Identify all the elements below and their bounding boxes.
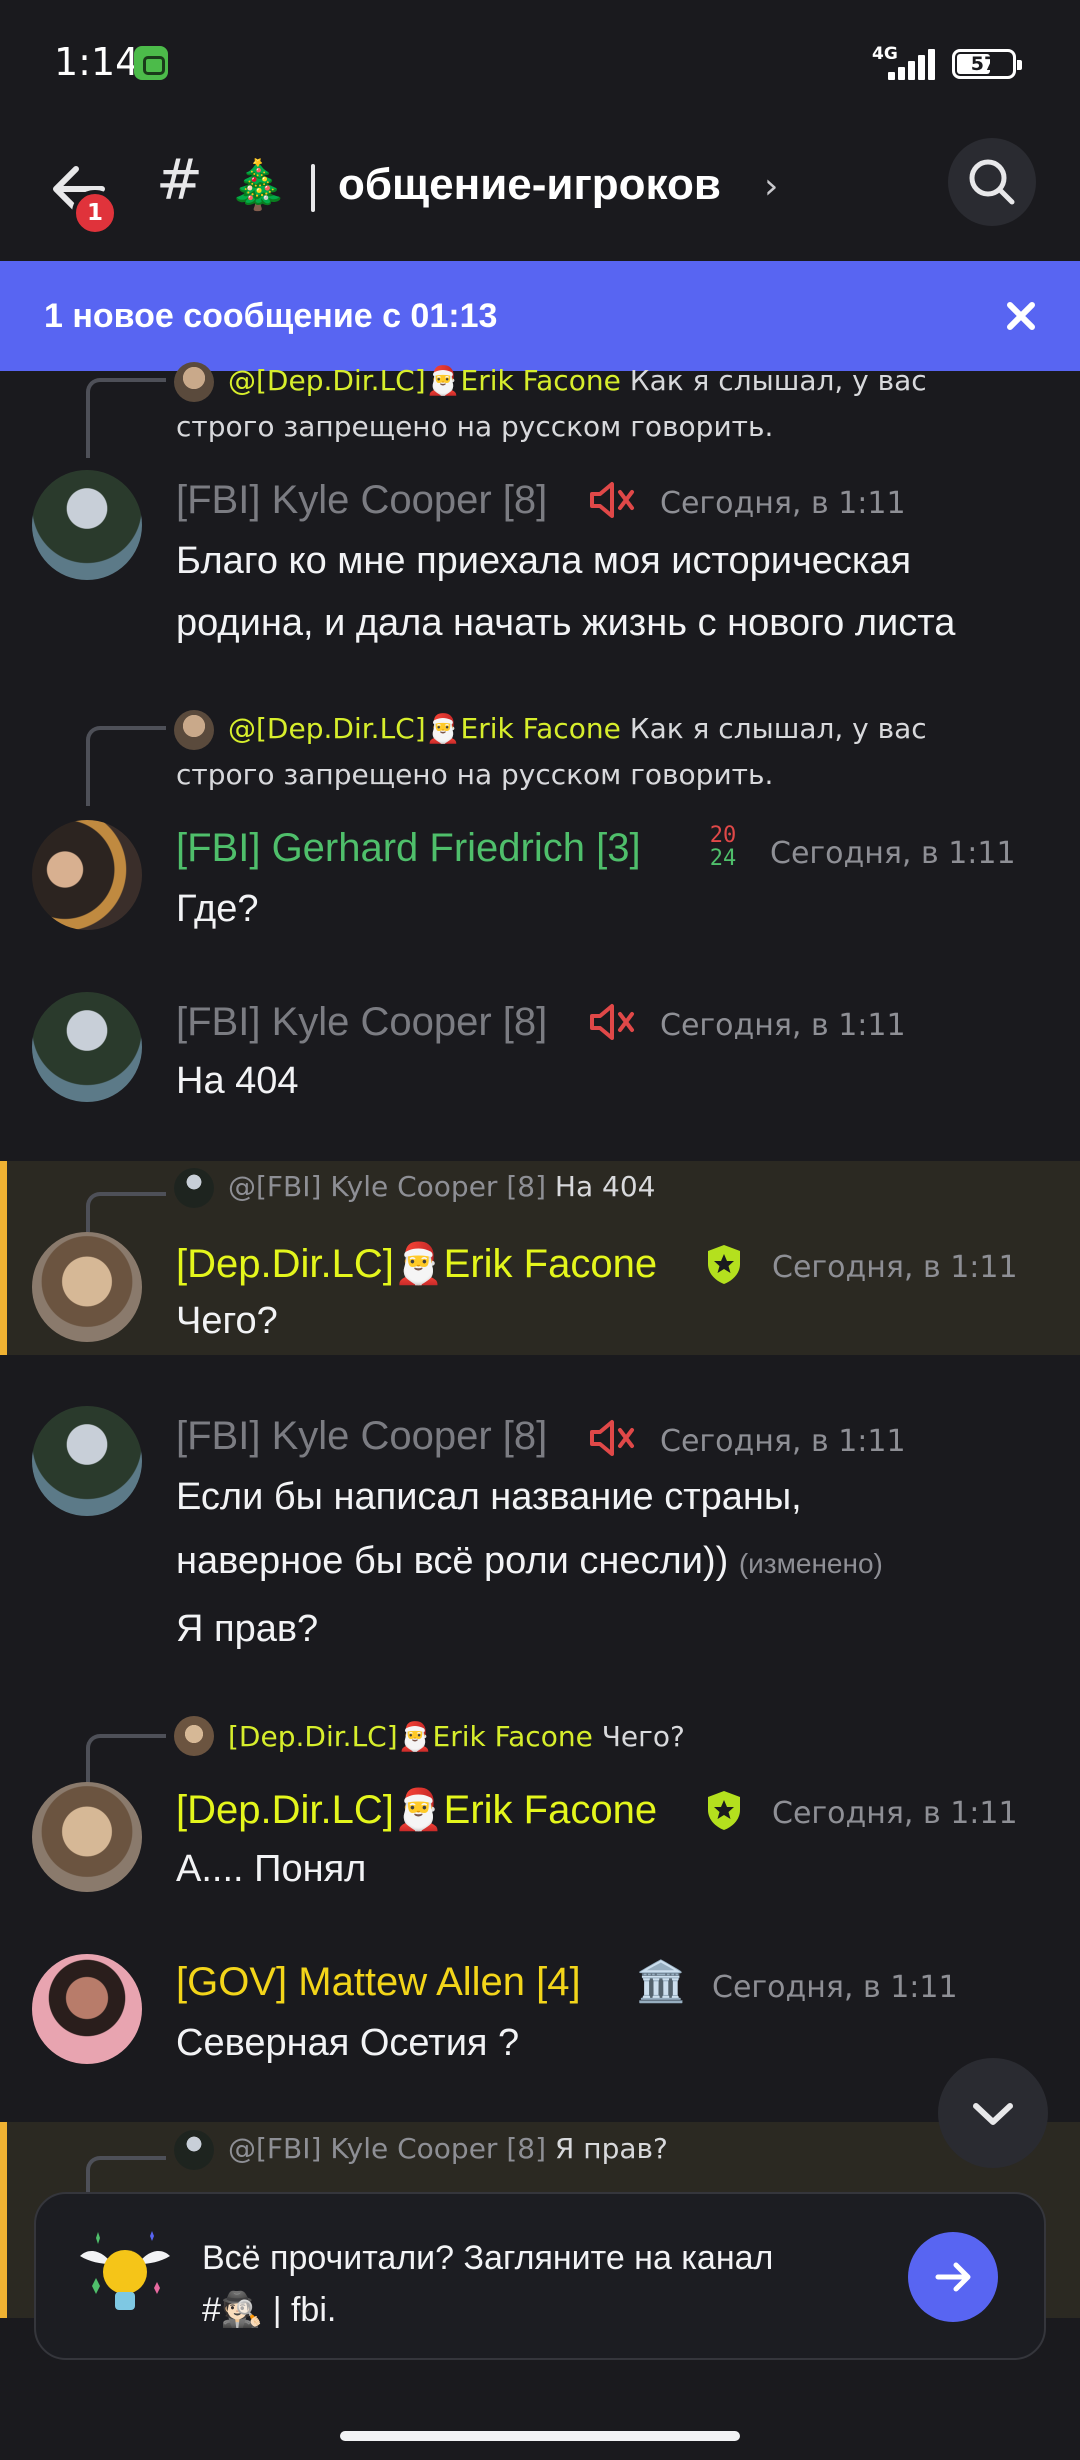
reply-connector (86, 1192, 166, 1232)
message-body-line: Северная Осетия ? (176, 2022, 520, 2064)
reply-preview[interactable]: [Dep.Dir.LC]🎅Erik Facone Чего? (228, 1714, 685, 1760)
message-body-line: Чего? (176, 1300, 278, 1342)
avatar[interactable] (32, 820, 142, 930)
edited-label: (изменено) (738, 1548, 883, 1579)
unread-badge: 1 (72, 190, 118, 236)
message-author[interactable]: [FBI] Kyle Cooper [8] (176, 478, 547, 523)
message-timestamp: Сегодня, в 1:11 (660, 1008, 906, 1043)
chevron-down-icon (973, 2103, 1013, 2125)
close-icon[interactable] (1002, 297, 1040, 335)
battery-percent: 57 (970, 53, 998, 75)
avatar[interactable] (32, 1954, 142, 2064)
reply-avatar (174, 362, 214, 402)
avatar[interactable] (32, 992, 142, 1102)
jump-to-bottom-button[interactable] (938, 2058, 1048, 2168)
arrow-right-icon (935, 2262, 971, 2292)
status-time: 1:14 (54, 40, 140, 84)
mention-highlight-bar (0, 1161, 7, 1355)
message-body-line: А.... Понял (176, 1848, 367, 1890)
reply-avatar (174, 1716, 214, 1756)
home-indicator[interactable] (340, 2431, 740, 2441)
message-author[interactable]: [FBI] Kyle Cooper [8] (176, 1000, 547, 1045)
reply-preview[interactable]: @[Dep.Dir.LC]🎅Erik Facone Как я слышал, … (228, 706, 927, 752)
year-2024-badge-icon: 20 24 (709, 823, 737, 871)
hash-icon: # (156, 148, 203, 213)
message-author[interactable]: [FBI] Gerhard Friedrich [3] (176, 826, 641, 871)
avatar[interactable] (32, 1406, 142, 1516)
go-to-channel-button[interactable] (908, 2232, 998, 2322)
chevron-right-icon[interactable]: › (764, 166, 778, 207)
notification-app-icon (134, 46, 168, 80)
channel-title[interactable]: общение-игроков (338, 160, 721, 210)
search-icon (969, 159, 1015, 205)
reply-avatar (174, 2130, 214, 2170)
speaker-muted-icon (590, 1004, 634, 1040)
reply-preview-line2: строго запрещено на русском говорить. (176, 410, 774, 443)
reply-avatar (174, 710, 214, 750)
reply-connector (86, 2156, 166, 2196)
discord-app: 1:14 4G 57 1 # 🎄 общение-игроков › 1 нов… (0, 0, 1080, 2460)
government-building-icon: 🏛️ (636, 1959, 686, 2005)
message-body-line: На 404 (176, 1060, 299, 1102)
message-author[interactable]: [GOV] Mattew Allen [4] (176, 1960, 581, 2005)
message-body-line: Я прав? (176, 1608, 319, 1650)
reply-preview[interactable]: @[FBI] Kyle Cooper [8] На 404 (228, 1164, 655, 1210)
channel-header: 1 # 🎄 общение-игроков › (0, 130, 1080, 260)
next-channel-card[interactable]: Всё прочитали? Загляните на канал #🕵🏻 | … (34, 2192, 1046, 2360)
message-timestamp: Сегодня, в 1:11 (660, 1424, 906, 1459)
next-channel-text: Всё прочитали? Загляните на канал #🕵🏻 | … (202, 2239, 774, 2329)
reply-avatar (174, 1168, 214, 1208)
message-timestamp: Сегодня, в 1:11 (712, 1970, 958, 2005)
message-timestamp: Сегодня, в 1:11 (660, 486, 906, 521)
reply-preview[interactable]: @[Dep.Dir.LC]🎅Erik Facone Как я слышал, … (228, 358, 927, 404)
search-button[interactable] (948, 138, 1036, 226)
reply-preview-line2: строго запрещено на русском говорить. (176, 758, 774, 791)
message-body-line: Где? (176, 888, 259, 930)
message-timestamp: Сегодня, в 1:11 (772, 1796, 1018, 1831)
new-messages-text: 1 новое сообщение с 01:13 (44, 297, 498, 335)
new-messages-banner[interactable]: 1 новое сообщение с 01:13 (0, 261, 1080, 371)
battery-icon: 57 (952, 49, 1022, 79)
message-author[interactable]: [Dep.Dir.LC]🎅Erik Facone (176, 1240, 657, 1287)
status-bar: 1:14 4G 57 (0, 0, 1080, 130)
reply-connector (86, 726, 166, 806)
christmas-tree-icon: 🎄 (228, 157, 288, 213)
speaker-muted-icon (590, 482, 634, 518)
message-body-line: Благо ко мне приехала моя историческая (176, 540, 912, 582)
shield-star-icon (708, 1791, 740, 1830)
avatar[interactable] (32, 470, 142, 580)
shield-star-icon (708, 1245, 740, 1284)
avatar[interactable] (32, 1782, 142, 1892)
mention-highlight-bar (0, 2122, 7, 2318)
message-timestamp: Сегодня, в 1:11 (770, 836, 1016, 871)
title-divider (311, 164, 315, 212)
speaker-muted-icon (590, 1420, 634, 1456)
message-author[interactable]: [FBI] Kyle Cooper [8] (176, 1414, 547, 1459)
message-timestamp: Сегодня, в 1:11 (772, 1250, 1018, 1285)
message-body-line: родина, и дала начать жизнь с нового лис… (176, 602, 956, 644)
avatar[interactable] (32, 1232, 142, 1342)
winged-lightbulb-icon (80, 2231, 170, 2310)
message-body-line: Если бы написал название страны, (176, 1476, 802, 1518)
message-body-line: наверное бы всё роли снесли)) (изменено) (176, 1540, 883, 1582)
signal-strength-icon (874, 46, 936, 80)
reply-connector (86, 378, 166, 458)
reply-preview[interactable]: @[FBI] Kyle Cooper [8] Я прав? (228, 2126, 668, 2172)
message-author[interactable]: [Dep.Dir.LC]🎅Erik Facone (176, 1786, 657, 1833)
